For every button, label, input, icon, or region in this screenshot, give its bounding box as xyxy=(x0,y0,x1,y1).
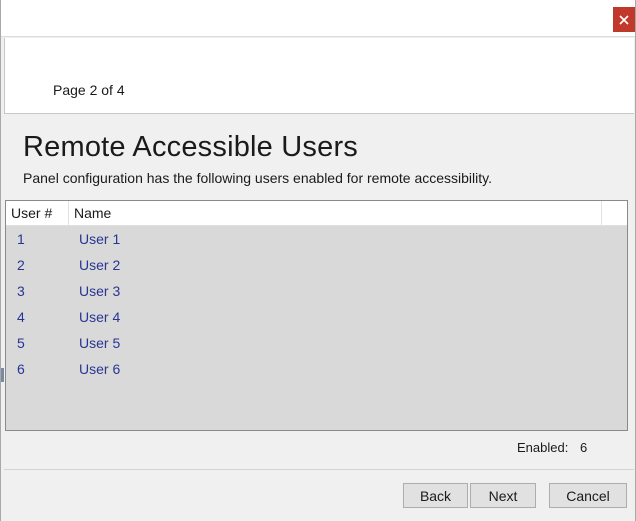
user-name-cell: User 2 xyxy=(79,257,121,273)
user-number-cell: 2 xyxy=(17,257,25,273)
list-item[interactable]: 2 User 2 xyxy=(6,252,627,278)
main-content: Remote Accessible Users Panel configurat… xyxy=(4,115,634,469)
close-icon xyxy=(619,14,629,25)
user-name-cell: User 1 xyxy=(79,231,121,247)
page-header: Page 2 of 4 xyxy=(4,38,634,114)
user-number-cell: 4 xyxy=(17,309,25,325)
user-name-cell: User 6 xyxy=(79,361,121,377)
column-header-user-number[interactable]: User # xyxy=(6,201,69,226)
page-description: Panel configuration has the following us… xyxy=(23,170,492,186)
user-number-cell: 1 xyxy=(17,231,25,247)
list-header: User # Name xyxy=(6,201,627,226)
enabled-count: 6 xyxy=(580,440,588,455)
enabled-label: Enabled: xyxy=(517,440,569,455)
wizard-window: Page 2 of 4 Remote Accessible Users Pane… xyxy=(0,0,636,521)
user-number-cell: 6 xyxy=(17,361,25,377)
page-indicator: Page 2 of 4 xyxy=(53,82,125,98)
list-item[interactable]: 6 User 6 xyxy=(6,356,627,382)
list-item[interactable]: 3 User 3 xyxy=(6,278,627,304)
back-button[interactable]: Back xyxy=(403,483,468,508)
column-header-filler xyxy=(602,201,625,226)
user-name-cell: User 5 xyxy=(79,335,121,351)
next-button[interactable]: Next xyxy=(470,483,536,508)
user-number-cell: 3 xyxy=(17,283,25,299)
cancel-button[interactable]: Cancel xyxy=(549,483,627,508)
list-item[interactable]: 5 User 5 xyxy=(6,330,627,356)
user-name-cell: User 4 xyxy=(79,309,121,325)
users-list[interactable]: User # Name 1 User 1 2 User 2 3 User 3 4 User 4… xyxy=(5,200,628,431)
column-header-name[interactable]: Name xyxy=(69,201,602,226)
user-number-cell: 5 xyxy=(17,335,25,351)
title-bar xyxy=(1,0,635,37)
user-name-cell: User 3 xyxy=(79,283,121,299)
wizard-footer: Back Next Cancel xyxy=(4,469,634,521)
list-item[interactable]: 1 User 1 xyxy=(6,226,627,252)
close-button[interactable] xyxy=(613,7,635,32)
list-item[interactable]: 4 User 4 xyxy=(6,304,627,330)
page-title: Remote Accessible Users xyxy=(23,131,358,163)
